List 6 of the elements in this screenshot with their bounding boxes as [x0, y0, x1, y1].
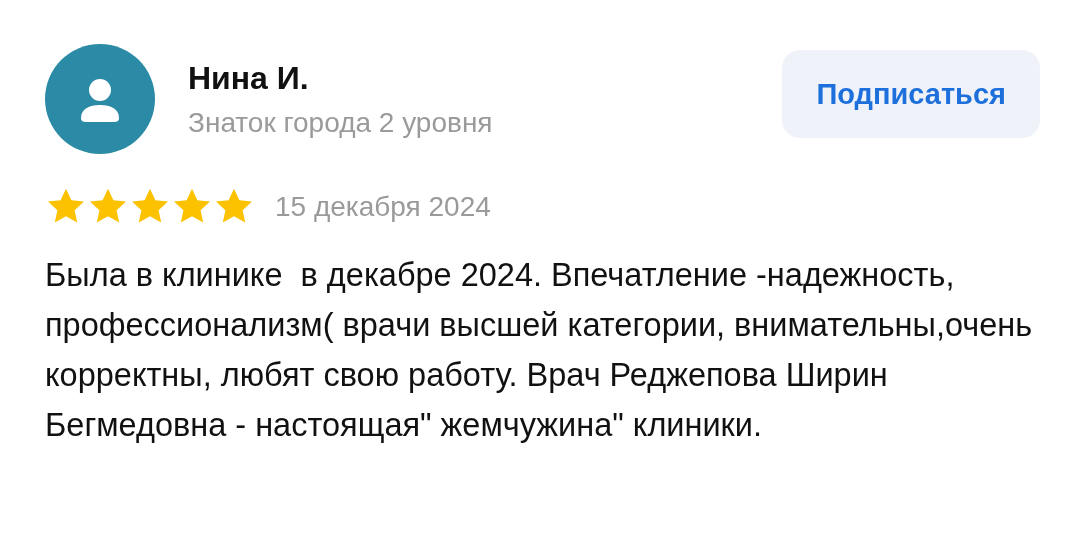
review-text: Была в клинике в декабре 2024. Впечатление -надежность, профессионализм( врачи высшей категории, внимательны,очень корректны, любят свою работу. Врач Реджепова Ширин Бегмедовна - настоящая" жемчужина" клиники. — [45, 256, 1034, 445]
author-name: Нина И. — [188, 59, 310, 97]
subscribe-button[interactable]: Подписаться — [782, 50, 1040, 138]
avatar-icon — [45, 44, 155, 154]
review-date: 15 декабря 2024 — [275, 191, 491, 223]
author-level: Знаток города 2 уровня — [188, 106, 494, 139]
